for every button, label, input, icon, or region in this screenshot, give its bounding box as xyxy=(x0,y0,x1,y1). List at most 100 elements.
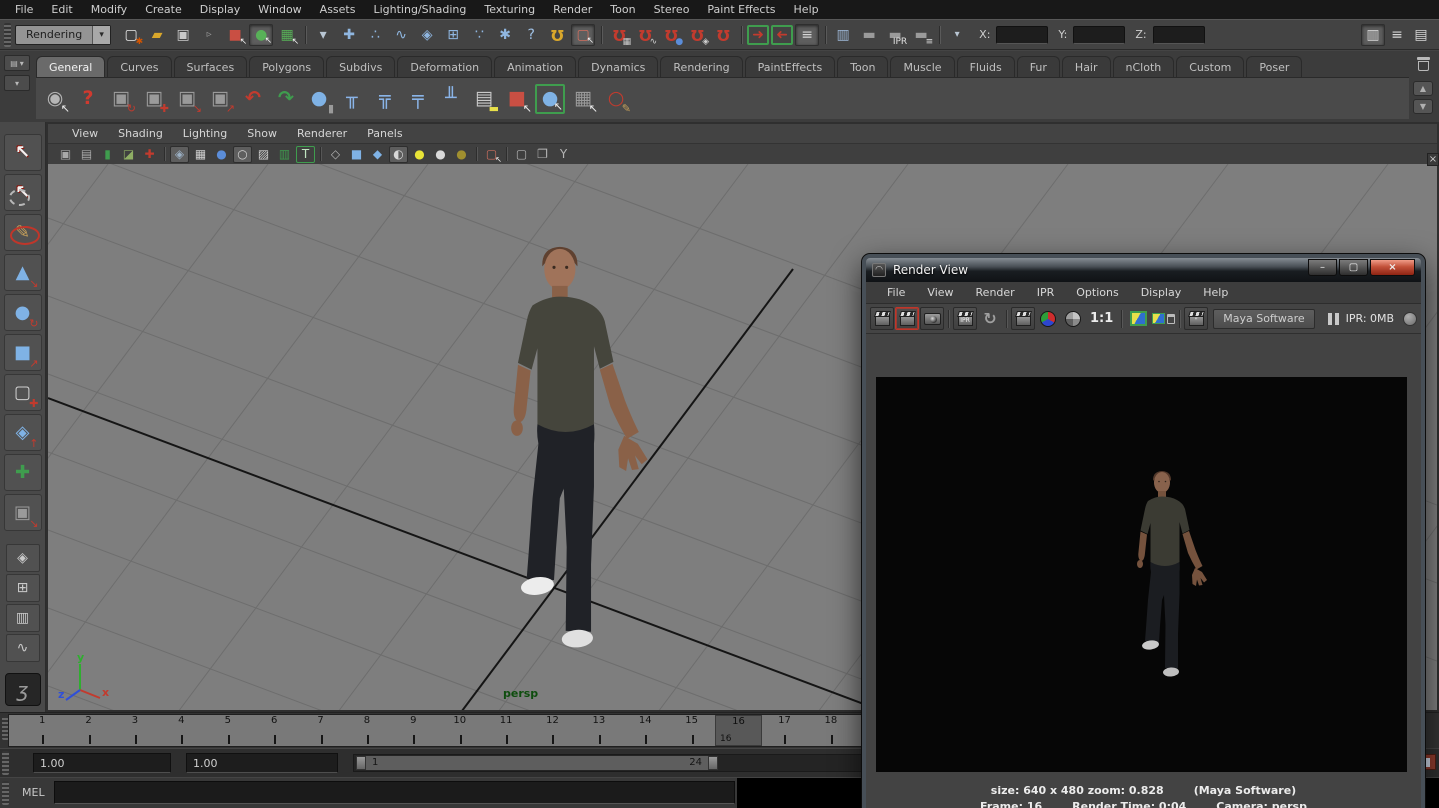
panel-menu-item[interactable]: View xyxy=(62,127,108,140)
timeline-frame[interactable]: 12 xyxy=(529,715,575,746)
animation-start-field[interactable]: 1.00 xyxy=(186,753,338,773)
command-input[interactable] xyxy=(54,781,735,804)
gate-mask-icon[interactable]: ○ xyxy=(233,146,252,163)
mask-surfaces-icon[interactable]: ◈ xyxy=(415,24,439,46)
shelf-tab[interactable]: Subdivs xyxy=(326,56,395,77)
panel-close-icon[interactable]: × xyxy=(1427,153,1439,166)
attribute-editor-icon[interactable]: ▤ xyxy=(1409,24,1433,46)
image-plane-icon[interactable]: ◪ xyxy=(119,146,138,163)
shelf-item-menu-button[interactable]: ▾ xyxy=(4,75,30,91)
maximize-button[interactable]: ▢ xyxy=(1339,259,1368,276)
timeline-frame[interactable]: 15 xyxy=(668,715,714,746)
assign-material-icon[interactable]: ●↖ xyxy=(535,84,565,114)
playback-range-bar[interactable]: 1 24 xyxy=(356,756,718,770)
mask-rendering-icon[interactable]: ✱ xyxy=(493,24,517,46)
region-render-button[interactable] xyxy=(1011,307,1035,330)
timeline-frame[interactable]: 18 xyxy=(808,715,854,746)
outliner-window-icon[interactable]: ▤▬ xyxy=(469,84,499,114)
group-icon[interactable]: ╤ xyxy=(403,84,433,114)
shelf-tab[interactable]: Custom xyxy=(1176,56,1244,77)
move-tool[interactable]: ▲↘ xyxy=(4,254,42,291)
remove-image-button[interactable] xyxy=(1151,307,1175,330)
shelf-scroll-up-button[interactable]: ▲ xyxy=(1413,81,1433,96)
camera-track-icon[interactable]: ▣✚ xyxy=(139,84,169,114)
new-scene-icon[interactable]: ▢✱ xyxy=(119,24,143,46)
render-settings-icon[interactable]: ▬≡ xyxy=(909,24,933,46)
toolbar-grip[interactable] xyxy=(4,23,11,47)
single-pane-layout[interactable]: ◈ xyxy=(6,544,40,572)
safe-action-icon[interactable]: ▥ xyxy=(275,146,294,163)
mask-curves-icon[interactable]: ∿ xyxy=(389,24,413,46)
timeline-frame[interactable]: 4 xyxy=(158,715,204,746)
timeline-frame[interactable]: 3 xyxy=(112,715,158,746)
render-view-menu-item[interactable]: Render xyxy=(965,286,1026,299)
output-connections-icon[interactable]: ➜ xyxy=(771,25,793,45)
timeline-frame[interactable]: 9 xyxy=(390,715,436,746)
renderer-selector[interactable]: Maya Software xyxy=(1213,309,1314,329)
redo-previous-render-button[interactable] xyxy=(895,307,919,330)
menu-item[interactable]: Stereo xyxy=(645,0,699,19)
field-chart-icon[interactable]: ▨ xyxy=(254,146,273,163)
shelf-tab[interactable]: Polygons xyxy=(249,56,324,77)
playback-start-field[interactable]: 1.00 xyxy=(33,753,171,773)
separator[interactable] xyxy=(473,146,480,163)
timeline-frame[interactable]: 6 xyxy=(251,715,297,746)
input-connections-icon[interactable]: ➜ xyxy=(747,25,769,45)
range-end-handle[interactable] xyxy=(708,756,718,770)
film-gate-icon[interactable]: ▦ xyxy=(191,146,210,163)
shelf-menu-button[interactable]: ▤▾ xyxy=(4,55,30,71)
mask-dynamics-icon[interactable]: ∵ xyxy=(467,24,491,46)
xray-icon[interactable]: ▢ xyxy=(512,146,531,163)
open-scene-icon[interactable]: ▰ xyxy=(145,24,169,46)
render-view-menu-item[interactable]: Display xyxy=(1130,286,1193,299)
character-model[interactable] xyxy=(476,243,671,662)
menu-item[interactable]: Display xyxy=(191,0,250,19)
undo-icon[interactable]: ↶ xyxy=(238,84,268,114)
mask-handles-icon[interactable]: ∴ xyxy=(363,24,387,46)
y-coordinate-field[interactable] xyxy=(1073,26,1125,44)
render-view-open-icon[interactable]: ▥ xyxy=(831,24,855,46)
light-white-icon[interactable]: ● xyxy=(431,146,450,163)
menu-set-selector[interactable]: Rendering ▾ xyxy=(15,25,111,45)
grid-toggle-icon[interactable]: ◈ xyxy=(170,146,189,163)
shelf-tab[interactable]: Dynamics xyxy=(578,56,658,77)
collapse-arrow-icon[interactable]: ▹ xyxy=(197,24,221,46)
timeline-frame[interactable]: 17 xyxy=(761,715,807,746)
select-component-icon[interactable]: ▦↖ xyxy=(275,24,299,46)
render-view-menu-item[interactable]: Help xyxy=(1192,286,1239,299)
lasso-tool[interactable]: ↖ xyxy=(4,174,42,211)
render-view-menu-item[interactable]: IPR xyxy=(1026,286,1066,299)
shelf-tab[interactable]: Toon xyxy=(837,56,888,77)
menu-item[interactable]: Lighting/Shading xyxy=(364,0,475,19)
shelf-tab[interactable]: nCloth xyxy=(1113,56,1175,77)
panel-menu-item[interactable]: Show xyxy=(237,127,287,140)
four-pane-layout[interactable]: ⊞ xyxy=(6,574,40,602)
channel-box-icon[interactable]: ▥ xyxy=(1361,24,1385,46)
render-view-menu-item[interactable]: File xyxy=(876,286,916,299)
menu-item[interactable]: Window xyxy=(249,0,310,19)
light-dim-icon[interactable]: ● xyxy=(452,146,471,163)
snap-to-grids-icon[interactable]: Ω▦ xyxy=(607,24,631,46)
camera-zoom-icon[interactable]: ▣↗ xyxy=(205,84,235,114)
make-live-icon[interactable]: Ω xyxy=(711,24,735,46)
keep-image-button[interactable] xyxy=(1126,307,1150,330)
bookmark-icon[interactable]: ▮ xyxy=(98,146,117,163)
light-yellow-icon[interactable]: ● xyxy=(410,146,429,163)
construction-history-icon[interactable]: ≡ xyxy=(795,24,819,46)
ipr-render-button[interactable]: IPR xyxy=(953,307,977,330)
command-language-label[interactable]: MEL xyxy=(22,786,45,799)
current-frame-marker[interactable]: 16 16 xyxy=(715,715,762,746)
shelf-tab[interactable]: Surfaces xyxy=(174,56,248,77)
ungroup-icon[interactable]: ╨ xyxy=(436,84,466,114)
pan-zoom-icon[interactable]: ✚ xyxy=(140,146,159,163)
shelf-tab[interactable]: General xyxy=(36,56,105,77)
timeline-frame[interactable]: 11 xyxy=(483,715,529,746)
camera-tumble-icon[interactable]: ▣↻ xyxy=(106,84,136,114)
trash-icon[interactable] xyxy=(1417,57,1430,71)
parent-shape-icon[interactable]: ╦ xyxy=(370,84,400,114)
scale-tool[interactable]: ■↗ xyxy=(4,334,42,371)
rotate-tool[interactable]: ●↻ xyxy=(4,294,42,331)
menu-item[interactable]: Modify xyxy=(82,0,136,19)
menu-item[interactable]: Toon xyxy=(601,0,644,19)
range-start-handle[interactable] xyxy=(356,756,366,770)
